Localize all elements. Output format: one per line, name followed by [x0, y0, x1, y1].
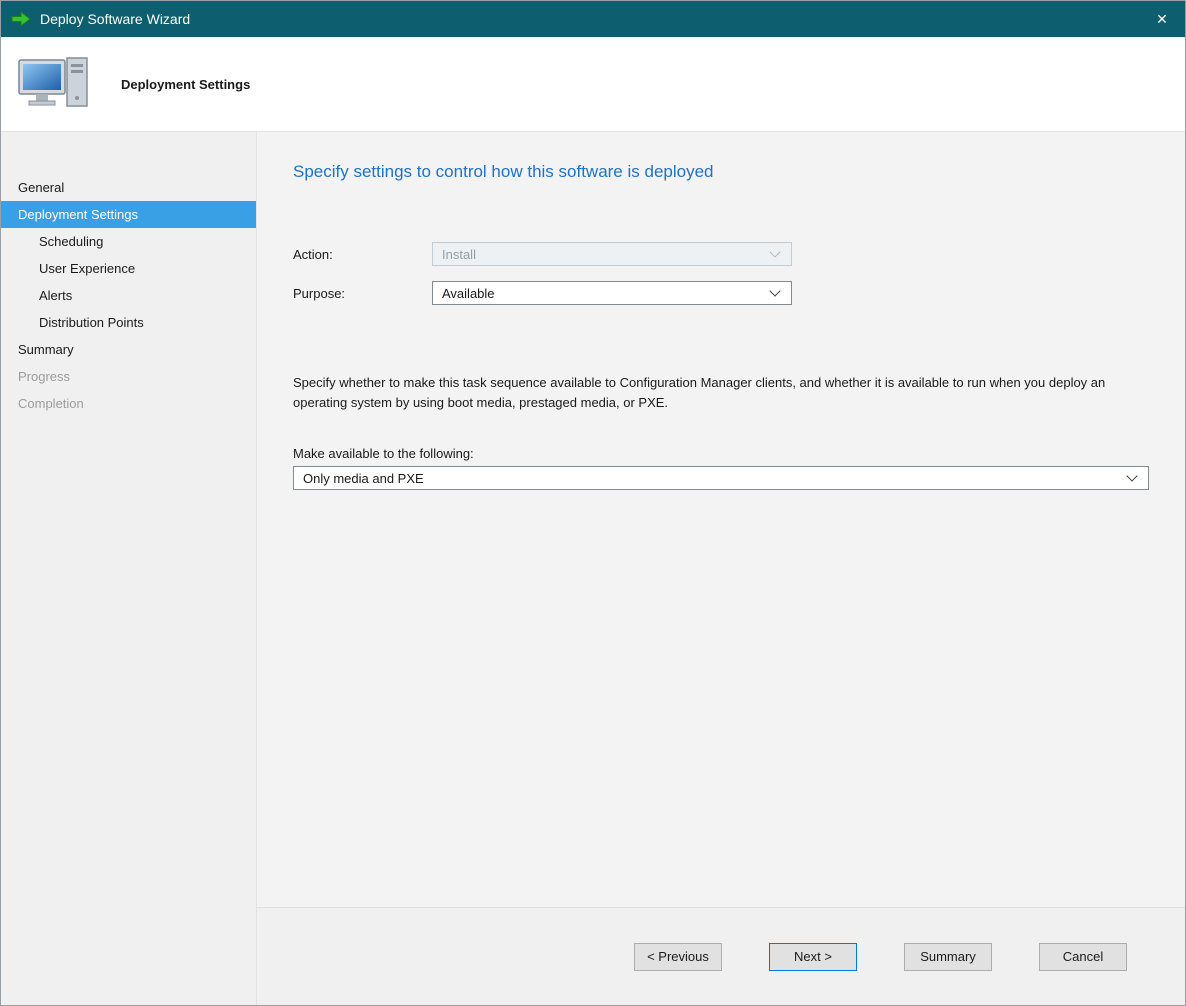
close-button[interactable]: ✕	[1139, 1, 1185, 37]
purpose-row: Purpose: Available	[293, 281, 1149, 305]
previous-button[interactable]: < Previous	[634, 943, 722, 971]
nav-item-progress: Progress	[1, 363, 256, 390]
action-row: Action: Install	[293, 242, 1149, 266]
close-icon: ✕	[1156, 11, 1168, 27]
computer-icon	[17, 52, 103, 116]
cancel-button[interactable]: Cancel	[1039, 943, 1127, 971]
content-pane: Specify settings to control how this sof…	[257, 132, 1185, 1005]
action-select: Install	[432, 242, 792, 266]
page-title: Deployment Settings	[121, 77, 250, 92]
nav-item-scheduling[interactable]: Scheduling	[1, 228, 256, 255]
chevron-down-icon	[769, 285, 780, 296]
purpose-select[interactable]: Available	[432, 281, 792, 305]
purpose-value: Available	[442, 286, 771, 301]
description-text: Specify whether to make this task sequen…	[293, 373, 1115, 412]
content-heading: Specify settings to control how this sof…	[293, 162, 1149, 182]
deploy-arrow-icon	[11, 11, 31, 27]
nav-item-summary[interactable]: Summary	[1, 336, 256, 363]
nav-item-user-experience[interactable]: User Experience	[1, 255, 256, 282]
window-title: Deploy Software Wizard	[40, 11, 190, 27]
wizard-body: General Deployment Settings Scheduling U…	[1, 132, 1185, 1005]
nav-item-general[interactable]: General	[1, 174, 256, 201]
make-available-label: Make available to the following:	[293, 446, 1149, 461]
action-label: Action:	[293, 247, 432, 262]
wizard-footer: < Previous Next > Summary Cancel	[257, 907, 1185, 1005]
main-panel: Specify settings to control how this sof…	[257, 132, 1185, 907]
chevron-down-icon	[1126, 470, 1137, 481]
chevron-down-icon	[769, 246, 780, 257]
wizard-header: Deployment Settings	[1, 37, 1185, 132]
wizard-nav: General Deployment Settings Scheduling U…	[1, 132, 257, 1005]
make-available-value: Only media and PXE	[303, 471, 1128, 486]
make-available-select[interactable]: Only media and PXE	[293, 466, 1149, 490]
titlebar: Deploy Software Wizard ✕	[1, 1, 1185, 37]
nav-item-alerts[interactable]: Alerts	[1, 282, 256, 309]
nav-item-completion: Completion	[1, 390, 256, 417]
deploy-software-wizard-window: Deploy Software Wizard ✕	[0, 0, 1186, 1006]
purpose-label: Purpose:	[293, 286, 432, 301]
summary-button[interactable]: Summary	[904, 943, 992, 971]
nav-item-distribution-points[interactable]: Distribution Points	[1, 309, 256, 336]
next-button[interactable]: Next >	[769, 943, 857, 971]
action-value: Install	[442, 247, 771, 262]
nav-item-deployment-settings[interactable]: Deployment Settings	[1, 201, 256, 228]
